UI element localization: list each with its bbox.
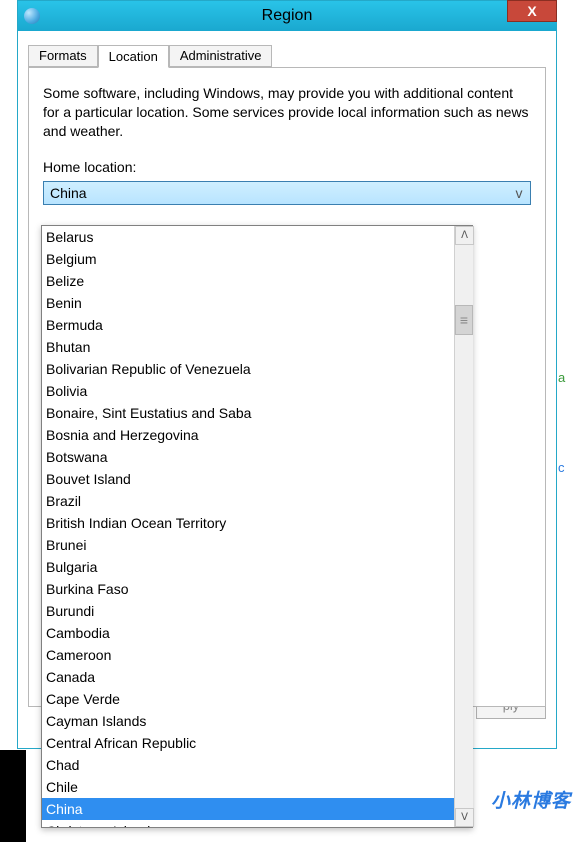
- dropdown-option[interactable]: Bouvet Island: [42, 468, 472, 490]
- scroll-up-button[interactable]: ᐱ: [455, 226, 474, 245]
- tab-location[interactable]: Location: [98, 45, 169, 68]
- description-text: Some software, including Windows, may pr…: [43, 84, 531, 141]
- dropdown-option[interactable]: Chile: [42, 776, 472, 798]
- tab-strip: Formats Location Administrative: [28, 45, 546, 67]
- dropdown-option[interactable]: Cambodia: [42, 622, 472, 644]
- dropdown-option[interactable]: Burundi: [42, 600, 472, 622]
- dropdown-option[interactable]: Bulgaria: [42, 556, 472, 578]
- background-block: [0, 750, 26, 842]
- home-location-combo[interactable]: China v: [43, 181, 531, 205]
- dropdown-option[interactable]: Central African Republic: [42, 732, 472, 754]
- dropdown-option[interactable]: Botswana: [42, 446, 472, 468]
- dropdown-option[interactable]: Burkina Faso: [42, 578, 472, 600]
- titlebar[interactable]: Region X: [18, 1, 556, 31]
- dropdown-option[interactable]: Canada: [42, 666, 472, 688]
- dropdown-option[interactable]: Belize: [42, 270, 472, 292]
- dropdown-option[interactable]: Bonaire, Sint Eustatius and Saba: [42, 402, 472, 424]
- dropdown-option[interactable]: Brunei: [42, 534, 472, 556]
- arrow-down-icon: ᐯ: [461, 812, 468, 823]
- dropdown-option[interactable]: Bhutan: [42, 336, 472, 358]
- dropdown-option[interactable]: Bermuda: [42, 314, 472, 336]
- dropdown-scrollbar[interactable]: ᐱ ≡ ᐯ: [454, 226, 473, 827]
- dropdown-option[interactable]: China: [42, 798, 472, 820]
- combo-selected-value: China: [50, 185, 87, 201]
- side-fragment: a: [558, 370, 576, 385]
- close-button[interactable]: X: [507, 0, 557, 22]
- dropdown-option[interactable]: Cameroon: [42, 644, 472, 666]
- grip-icon: ≡: [460, 312, 468, 328]
- side-fragment: c: [558, 460, 576, 475]
- dropdown-option[interactable]: Cayman Islands: [42, 710, 472, 732]
- home-location-label: Home location:: [43, 159, 531, 175]
- dropdown-option[interactable]: Belarus: [42, 226, 472, 248]
- tab-formats[interactable]: Formats: [28, 45, 98, 67]
- scroll-down-button[interactable]: ᐯ: [455, 808, 474, 827]
- dropdown-option[interactable]: British Indian Ocean Territory: [42, 512, 472, 534]
- close-icon: X: [527, 3, 536, 19]
- dropdown-option[interactable]: Chad: [42, 754, 472, 776]
- dropdown-option[interactable]: Benin: [42, 292, 472, 314]
- home-location-dropdown[interactable]: BelarusBelgiumBelizeBeninBermudaBhutanBo…: [41, 225, 473, 828]
- dropdown-option[interactable]: Bolivia: [42, 380, 472, 402]
- dropdown-option[interactable]: Christmas Island: [42, 820, 472, 828]
- dropdown-option[interactable]: Cape Verde: [42, 688, 472, 710]
- dropdown-option[interactable]: Brazil: [42, 490, 472, 512]
- dropdown-option[interactable]: Bosnia and Herzegovina: [42, 424, 472, 446]
- watermark-text: 小林博客: [491, 786, 571, 813]
- arrow-up-icon: ᐱ: [461, 230, 468, 241]
- scroll-track[interactable]: ≡: [455, 245, 473, 808]
- scroll-thumb[interactable]: ≡: [455, 305, 473, 335]
- window-title: Region: [18, 7, 556, 25]
- chevron-down-icon: v: [512, 185, 526, 201]
- dropdown-option[interactable]: Belgium: [42, 248, 472, 270]
- tab-administrative[interactable]: Administrative: [169, 45, 273, 67]
- dropdown-option[interactable]: Bolivarian Republic of Venezuela: [42, 358, 472, 380]
